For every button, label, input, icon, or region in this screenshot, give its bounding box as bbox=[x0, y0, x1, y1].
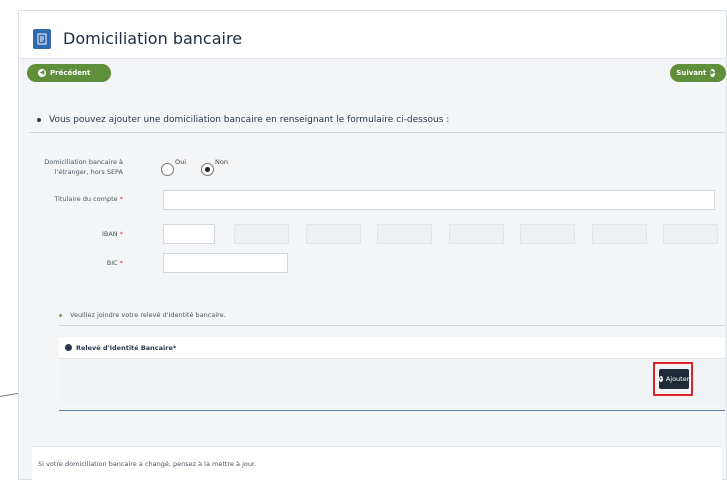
document-icon bbox=[33, 29, 51, 49]
rib-section-title: Relevé d'Identité Bancaire* bbox=[76, 343, 177, 352]
divider bbox=[29, 132, 725, 133]
foreign-account-label-line1: Domiciliation bancaire à bbox=[44, 158, 123, 166]
page-title: Domiciliation bancaire bbox=[63, 29, 243, 48]
iban-label-text: IBAN bbox=[101, 230, 118, 238]
required-marker: * bbox=[119, 259, 123, 267]
rib-section-body bbox=[59, 360, 725, 404]
circle-icon bbox=[65, 344, 72, 351]
required-marker: * bbox=[119, 195, 123, 203]
account-holder-label: Titulaire du compte * bbox=[35, 195, 123, 203]
account-holder-label-text: Titulaire du compte bbox=[54, 195, 118, 203]
radio-oui-label: Oui bbox=[175, 158, 187, 166]
previous-label: Précédent bbox=[50, 69, 91, 77]
attachment-instruction: Veuillez joindre votre relevé d'identité… bbox=[59, 307, 725, 323]
footer-note-text: Si votre domiciliation bancaire a changé… bbox=[38, 459, 257, 468]
next-label: Suivant bbox=[676, 69, 707, 77]
form-intro-text: Vous pouvez ajouter une domiciliation ba… bbox=[49, 115, 450, 125]
add-attachment-button[interactable]: + Ajouter bbox=[658, 369, 690, 389]
iban-field-5[interactable] bbox=[449, 224, 504, 244]
bic-label: BIC * bbox=[35, 259, 123, 267]
divider bbox=[59, 410, 725, 411]
rib-section-header: Relevé d'Identité Bancaire* bbox=[59, 337, 725, 359]
footer-note: Si votre domiciliation bancaire a changé… bbox=[32, 446, 722, 480]
foreign-account-label-line2: l'étranger, hors SEPA bbox=[54, 168, 123, 176]
iban-field-2[interactable] bbox=[234, 224, 289, 244]
previous-button[interactable]: ◀ Précédent bbox=[27, 64, 111, 82]
arrow-left-circle-icon: ◀ bbox=[38, 69, 46, 77]
required-marker: * bbox=[119, 230, 123, 238]
foreign-account-label: Domiciliation bancaire à l'étranger, hor… bbox=[35, 157, 123, 177]
account-holder-input[interactable] bbox=[163, 190, 715, 210]
iban-field-1[interactable] bbox=[163, 224, 215, 244]
bic-label-text: BIC bbox=[106, 259, 118, 267]
radio-oui[interactable] bbox=[161, 163, 174, 176]
iban-field-3[interactable] bbox=[306, 224, 361, 244]
next-button[interactable]: Suivant ▶ bbox=[670, 64, 726, 82]
arrow-right-circle-icon: ▶ bbox=[710, 69, 715, 77]
page-header: Domiciliation bancaire bbox=[19, 11, 726, 59]
add-attachment-label: Ajouter bbox=[665, 375, 690, 383]
radio-non[interactable] bbox=[201, 163, 214, 176]
bic-input[interactable] bbox=[163, 253, 288, 273]
bullet-icon bbox=[59, 313, 62, 317]
divider bbox=[59, 325, 725, 326]
iban-field-8[interactable] bbox=[663, 224, 718, 244]
bullet-icon bbox=[37, 118, 41, 122]
iban-label: IBAN * bbox=[35, 230, 123, 238]
page-container: Domiciliation bancaire ◀ Précédent Suiva… bbox=[18, 10, 727, 480]
radio-non-label: Non bbox=[215, 158, 228, 166]
form-intro: Vous pouvez ajouter une domiciliation ba… bbox=[37, 115, 449, 125]
iban-field-7[interactable] bbox=[592, 224, 647, 244]
attachment-instruction-text: Veuillez joindre votre relevé d'identité… bbox=[70, 311, 226, 319]
iban-field-6[interactable] bbox=[520, 224, 575, 244]
iban-field-4[interactable] bbox=[377, 224, 432, 244]
plus-circle-icon: + bbox=[658, 376, 663, 382]
